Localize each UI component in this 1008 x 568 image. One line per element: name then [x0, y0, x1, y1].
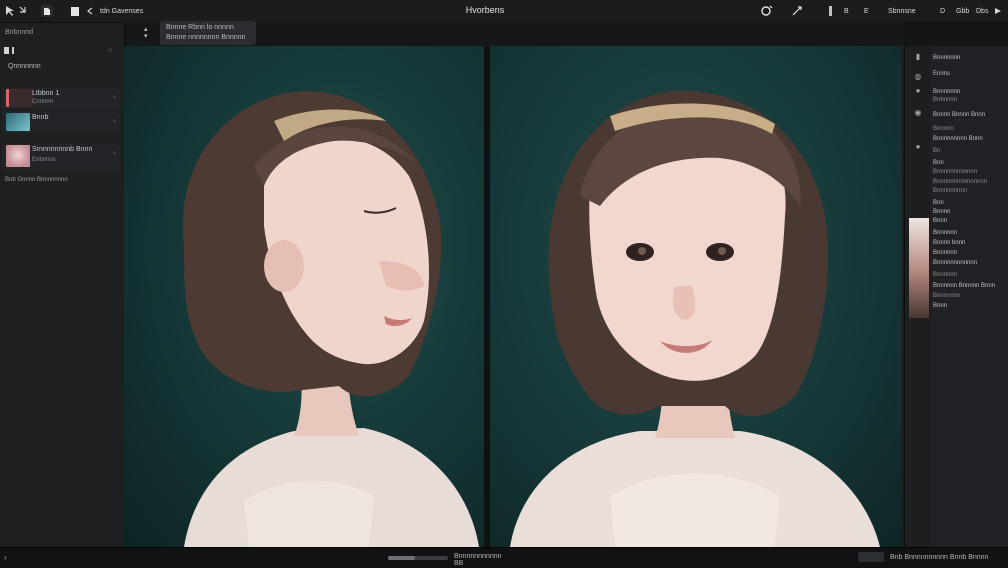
- toolbar-item-dbs[interactable]: Dbs: [976, 3, 988, 19]
- layer-sub: Cnnnnn: [32, 99, 54, 105]
- options-arrows-icon[interactable]: ▴ ▾: [144, 26, 148, 40]
- prop-item[interactable]: Bnnnn Bnnnn Bnnn: [933, 112, 985, 118]
- brush-icon[interactable]: [760, 3, 774, 19]
- layer-item[interactable]: Ltbbnn 1 Cnnnnn ◦: [2, 87, 120, 109]
- prop-item: Bnbnnnn: [933, 97, 958, 103]
- zoom-control[interactable]: Bnnnnnnnnnnn BB: [388, 553, 508, 567]
- toolbar-item-gbb[interactable]: Gbb: [956, 3, 969, 19]
- toolbar-item-d[interactable]: D: [940, 3, 945, 19]
- prop-item[interactable]: Bnnnnnn: [933, 250, 957, 256]
- tooltip-line-1: Bnnne Rbnn lo nnnnn: [166, 24, 234, 31]
- properties-panel: Bnnnnnnn Ennns Bnnnnnnn Bnbnnnn Bnnnn Bn…: [930, 46, 1008, 547]
- toolbar-label[interactable]: tdn Gavenses: [100, 3, 143, 19]
- prop-item: Bn: [933, 148, 941, 154]
- tooltip-line-2: Bnnne nnnnnnnn Bnnnnn: [166, 34, 246, 41]
- layer-item[interactable]: Srnnnnnnnnb Bnnn Enbnnns ◦: [2, 143, 120, 171]
- layers-footer: Bnb Gnnnn Bnnnnnnnn: [5, 177, 68, 183]
- mask-icon[interactable]: ◉: [913, 108, 923, 117]
- prop-item[interactable]: Bnn: [933, 160, 944, 166]
- page-icon[interactable]: [68, 3, 82, 19]
- preview-thumbnail: [909, 218, 929, 318]
- file-icon[interactable]: [38, 3, 56, 19]
- prop-item: Bnnnnnnn: [933, 293, 961, 299]
- right-tool-strip: ▮ ◍ ● ◉ ●: [904, 46, 931, 547]
- zoom-slider-fill: [388, 556, 415, 560]
- layers-icon[interactable]: ▮: [913, 52, 923, 61]
- grid-icon[interactable]: [828, 3, 834, 19]
- eye-icon[interactable]: ◦: [113, 92, 116, 101]
- prop-item[interactable]: Bnnnnnnnnn Bnnn: [933, 136, 983, 142]
- layer-thumbnail: [6, 145, 30, 167]
- prop-item: Bnnnnnnnnn: [933, 188, 968, 194]
- panel-tools: ○: [4, 47, 120, 57]
- pen-icon[interactable]: [790, 3, 804, 19]
- layer-thumbnail: [6, 113, 30, 131]
- canvas-image-right[interactable]: [490, 46, 902, 547]
- eye-icon[interactable]: ◦: [113, 148, 116, 157]
- toolbar-item-menu[interactable]: Sbnnsne: [888, 3, 916, 19]
- prop-item[interactable]: Bnnnnnnnnnnnn: [933, 260, 977, 266]
- prop-item: Bnnnnnnn: [933, 89, 961, 95]
- adjust-icon[interactable]: ◍: [913, 72, 923, 81]
- prop-item: Bnnnnnn: [933, 272, 958, 278]
- prop-item[interactable]: Bnnnnnn: [933, 230, 957, 236]
- panel-square-icon[interactable]: [4, 47, 9, 54]
- panel-menu-icon[interactable]: ○: [108, 47, 112, 54]
- drop-icon[interactable]: ●: [913, 86, 923, 95]
- prop-item: Bnnnnn: [933, 126, 954, 132]
- prop-item[interactable]: Bnnnn bnnn: [933, 240, 965, 246]
- back-icon[interactable]: [86, 3, 94, 19]
- status-bar: › Bnnnnnnnnnnn BB Bnb Bnnnnnnnnnn Bnnb B…: [0, 547, 1008, 568]
- status-text: Bnb Bnnnnnnnnnn Bnnb Bnnnn: [889, 553, 989, 561]
- layer-name: Srnnnnnnnnb Bnnn: [32, 146, 93, 153]
- layer-thumbnail: [6, 89, 33, 107]
- eye-icon[interactable]: ◦: [113, 116, 116, 125]
- window-title: Hvorbens: [465, 5, 505, 15]
- tooltip: Bnnne Rbnn lo nnnnn Bnnne nnnnnnnn Bnnnn…: [160, 21, 256, 45]
- prop-item: Bnnnnnnn: [933, 55, 961, 61]
- toolbar-item-e[interactable]: E: [864, 3, 869, 19]
- panel-line-icon[interactable]: [12, 47, 14, 54]
- layer-sub: Enbnnns: [32, 157, 56, 163]
- prop-item: Bnnnnnnnnnnnn: [933, 169, 978, 175]
- prop-item[interactable]: Ennns: [933, 71, 950, 77]
- prop-item[interactable]: Bnnnn: [933, 209, 950, 215]
- prop-item: Bnnnnnnnnnnnnnnn: [933, 179, 988, 185]
- prop-item[interactable]: Bnn: [933, 200, 944, 206]
- portrait-profile-image: [182, 91, 479, 547]
- top-toolbar: tdn Gavenses Hvorbens B E Sbnnsne D Gbb …: [0, 0, 1008, 23]
- cursor-icon[interactable]: [4, 3, 16, 19]
- panel-header: Bnbnnnd: [5, 29, 34, 36]
- layer-name: Bnnb: [32, 114, 49, 121]
- toolbar-item-b[interactable]: B: [844, 3, 849, 19]
- prop-item[interactable]: Bnnnnnn Bnnnnn Bnnn: [933, 283, 995, 289]
- canvas-image-left[interactable]: [124, 46, 484, 547]
- panel-subheader: Qnnnnnnn: [8, 63, 41, 70]
- arrow-icon[interactable]: [18, 3, 28, 19]
- play-icon[interactable]: [994, 3, 1002, 19]
- layer-item[interactable]: Bnnb ◦: [2, 111, 120, 133]
- status-chip[interactable]: [858, 552, 884, 562]
- layer-name: Ltbbnn 1: [32, 90, 60, 97]
- history-icon[interactable]: ●: [913, 142, 923, 151]
- prop-item[interactable]: Bnnn: [933, 218, 947, 224]
- prop-item[interactable]: Bnnn: [933, 303, 947, 309]
- status-left-icon[interactable]: ›: [4, 553, 7, 562]
- status-text-wrap: Bnb Bnnnnnnnnnn Bnnb Bnnnn: [858, 552, 1003, 562]
- canvas-area[interactable]: [124, 46, 904, 547]
- zoom-label: Bnnnnnnnnnnn BB: [454, 553, 502, 567]
- portrait-front-image: [510, 90, 880, 547]
- zoom-slider[interactable]: [388, 556, 448, 560]
- layers-panel: Bnbnnnd ○ Qnnnnnnn Ltbbnn 1 Cnnnnn ◦ Bnn…: [0, 23, 125, 547]
